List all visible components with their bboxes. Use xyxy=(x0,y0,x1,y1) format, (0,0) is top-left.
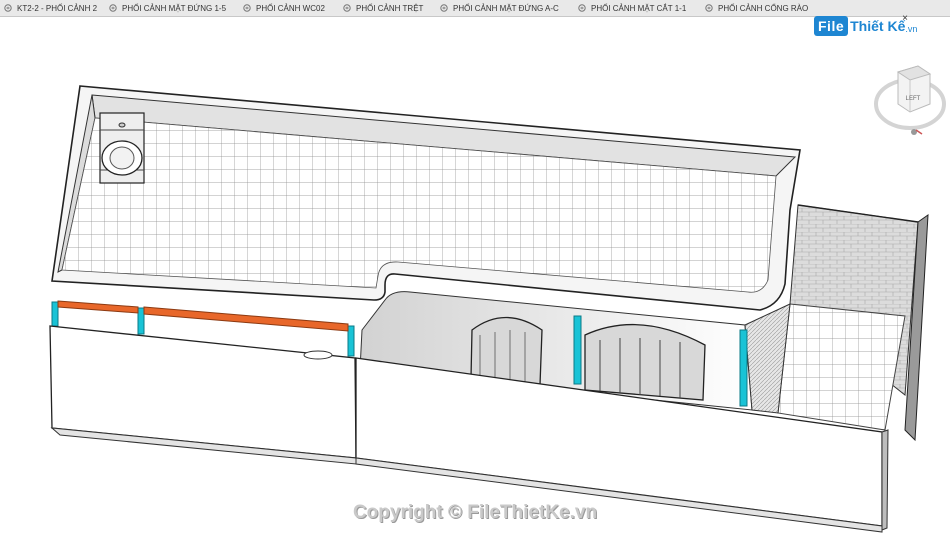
3d-view-icon xyxy=(440,4,448,12)
3d-view-icon xyxy=(343,4,351,12)
tab-label: PHỐI CẢNH TRỆT xyxy=(356,3,424,13)
3d-view-icon xyxy=(705,4,713,12)
left-fence-wall xyxy=(49,325,357,465)
rear-courtyard xyxy=(777,204,929,442)
tab-phoi-canh-mat-cat-1-1[interactable]: PHỐI CẢNH MẶT CẮT 1-1 xyxy=(574,0,701,16)
copyright-watermark: Copyright © FileThietKe.vn xyxy=(352,502,598,523)
3d-view-icon xyxy=(4,4,12,12)
tab-label: PHỐI CẢNH MẶT CẮT 1-1 xyxy=(591,3,687,13)
tab-label: PHỐI CẢNH WC02 xyxy=(256,3,325,13)
tab-phoi-canh-wc02[interactable]: PHỐI CẢNH WC02 xyxy=(239,0,339,16)
tab-phoi-canh-tret[interactable]: PHỐI CẢNH TRỆT xyxy=(339,0,436,16)
roof-slab xyxy=(51,85,801,311)
arched-door xyxy=(584,323,706,401)
tab-kt2-2-phoi-canh-2[interactable]: KT2-2 - PHỐI CẢNH 2 xyxy=(0,0,105,16)
arched-window xyxy=(470,317,543,386)
tab-phoi-canh-cong-rao[interactable]: PHỐI CẢNH CỔNG RÀO xyxy=(701,0,811,16)
water-tank xyxy=(99,112,145,184)
tab-phoi-canh-mat-dung-a-c[interactable]: PHỐI CẢNH MẶT ĐỨNG A-C xyxy=(436,0,574,16)
tab-label: PHỐI CẢNH CỔNG RÀO xyxy=(718,3,809,13)
3d-viewport[interactable] xyxy=(0,17,950,541)
tab-label: PHỐI CẢNH MẶT ĐỨNG A-C xyxy=(453,3,559,13)
3d-view-icon xyxy=(578,4,586,12)
tab-label: PHỐI CẢNH MẶT ĐỨNG 1-5 xyxy=(122,3,227,13)
view-tab-bar: KT2-2 - PHỐI CẢNH 2 PHỐI CẢNH MẶT ĐỨNG 1… xyxy=(0,0,950,17)
orange-beams xyxy=(57,300,349,332)
3d-view-icon xyxy=(243,4,251,12)
3d-view-icon xyxy=(109,4,117,12)
tab-phoi-canh-mat-dung-1-5[interactable]: PHỐI CẢNH MẶT ĐỨNG 1-5 xyxy=(105,0,239,16)
tab-label: KT2-2 - PHỐI CẢNH 2 xyxy=(17,3,98,13)
viewcube-face-label: LEFT xyxy=(905,96,921,102)
